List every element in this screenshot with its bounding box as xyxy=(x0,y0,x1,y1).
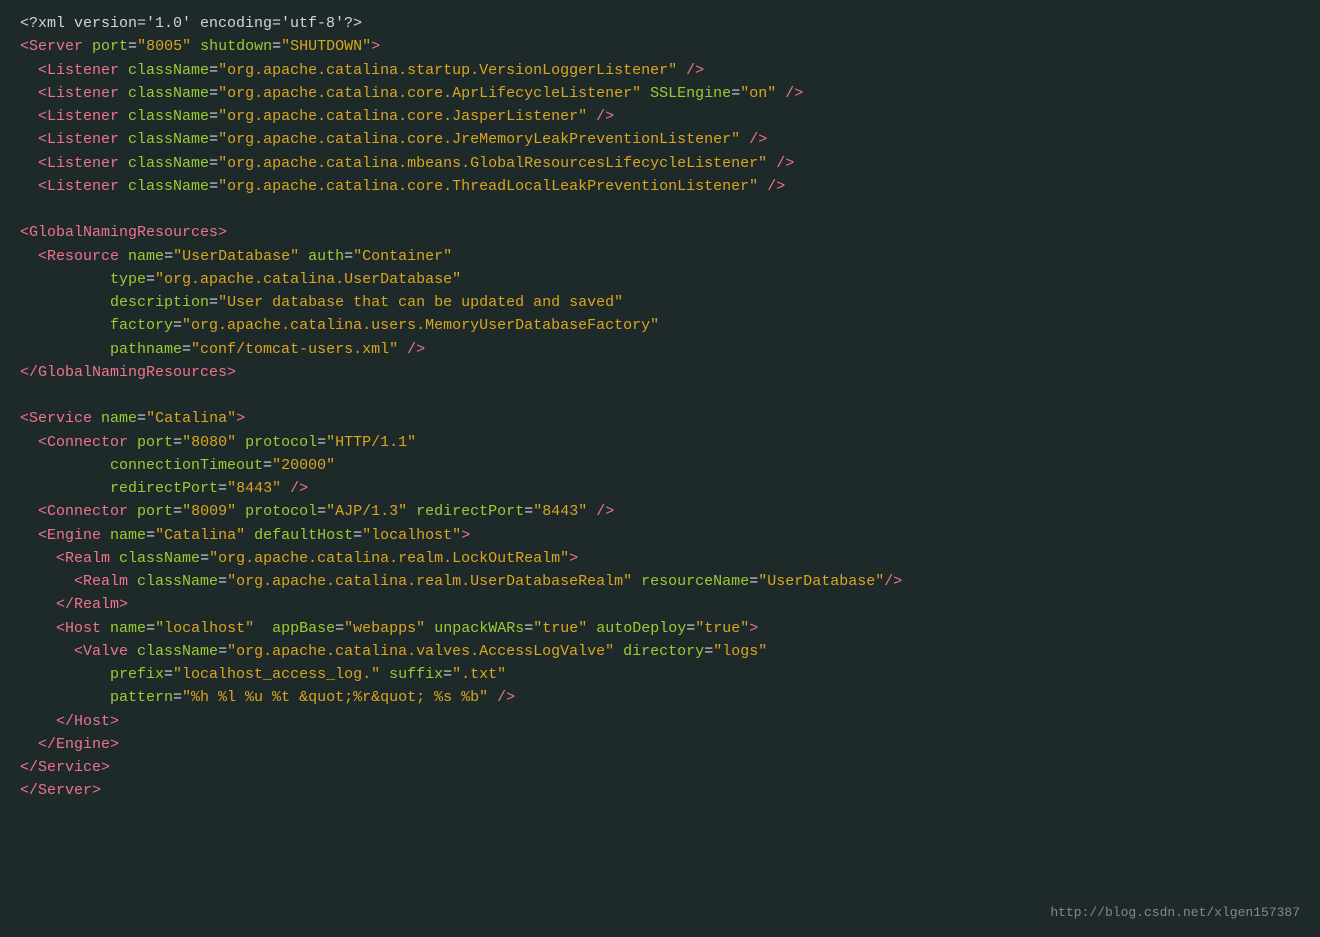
code-line: <Listener className="org.apache.catalina… xyxy=(20,128,1300,151)
code-line: <Service name="Catalina"> xyxy=(20,407,1300,430)
code-line: <Listener className="org.apache.catalina… xyxy=(20,105,1300,128)
code-line: <Server port="8005" shutdown="SHUTDOWN"> xyxy=(20,35,1300,58)
code-line: <Realm className="org.apache.catalina.re… xyxy=(20,547,1300,570)
code-line xyxy=(20,198,1300,221)
code-line: connectionTimeout="20000" xyxy=(20,454,1300,477)
code-line: <GlobalNamingResources> xyxy=(20,221,1300,244)
code-line: redirectPort="8443" /> xyxy=(20,477,1300,500)
code-line: pathname="conf/tomcat-users.xml" /> xyxy=(20,338,1300,361)
code-line: <Engine name="Catalina" defaultHost="loc… xyxy=(20,524,1300,547)
watermark-text: http://blog.csdn.net/xlgen157387 xyxy=(1050,903,1300,923)
code-line: <Listener className="org.apache.catalina… xyxy=(20,152,1300,175)
code-line: <Realm className="org.apache.catalina.re… xyxy=(20,570,1300,593)
code-line: <Listener className="org.apache.catalina… xyxy=(20,82,1300,105)
code-line: </GlobalNamingResources> xyxy=(20,361,1300,384)
code-line xyxy=(20,384,1300,407)
code-line: <?xml version='1.0' encoding='utf-8'?> xyxy=(20,12,1300,35)
code-line: <Listener className="org.apache.catalina… xyxy=(20,59,1300,82)
code-line: <Resource name="UserDatabase" auth="Cont… xyxy=(20,245,1300,268)
code-line: </Server> xyxy=(20,779,1300,802)
code-line: <Connector port="8009" protocol="AJP/1.3… xyxy=(20,500,1300,523)
code-line: </Host> xyxy=(20,710,1300,733)
code-line: </Realm> xyxy=(20,593,1300,616)
code-line: <Host name="localhost" appBase="webapps"… xyxy=(20,617,1300,640)
code-line: <Listener className="org.apache.catalina… xyxy=(20,175,1300,198)
code-editor: <?xml version='1.0' encoding='utf-8'?><S… xyxy=(20,12,1300,803)
code-line: </Engine> xyxy=(20,733,1300,756)
code-line: </Service> xyxy=(20,756,1300,779)
code-line: <Connector port="8080" protocol="HTTP/1.… xyxy=(20,431,1300,454)
code-line: description="User database that can be u… xyxy=(20,291,1300,314)
code-line: pattern="%h %l %u %t &quot;%r&quot; %s %… xyxy=(20,686,1300,709)
code-line: type="org.apache.catalina.UserDatabase" xyxy=(20,268,1300,291)
code-line: factory="org.apache.catalina.users.Memor… xyxy=(20,314,1300,337)
code-line: prefix="localhost_access_log." suffix=".… xyxy=(20,663,1300,686)
code-line: <Valve className="org.apache.catalina.va… xyxy=(20,640,1300,663)
